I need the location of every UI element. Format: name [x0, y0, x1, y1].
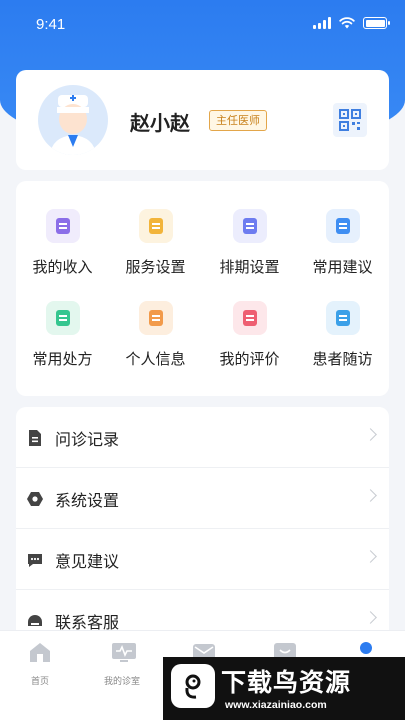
grid-item-label: 个人信息: [125, 350, 186, 368]
grid-item-2[interactable]: 服务设置: [109, 209, 202, 277]
tab-home[interactable]: 首页: [10, 641, 70, 687]
id-card-icon: [138, 301, 173, 335]
menu-item-2[interactable]: 系统设置: [16, 468, 389, 529]
clipboard-icon: [45, 209, 80, 243]
grid-item-label: 服务设置: [125, 258, 186, 276]
settings-icon: [26, 490, 44, 508]
chevron-right-icon: [364, 489, 377, 502]
grid-item-label: 常用处方: [32, 350, 93, 368]
chevron-right-icon: [364, 611, 377, 624]
signal-icon: [313, 17, 331, 29]
menu-item-3[interactable]: 意见建议: [16, 529, 389, 590]
tab-clinic[interactable]: 我的诊室: [92, 641, 152, 687]
status-bar: 9:41: [0, 0, 405, 50]
grid-item-1[interactable]: 我的收入: [16, 209, 109, 277]
record-icon: [26, 429, 44, 447]
feedback-icon: [26, 551, 44, 569]
grid-item-6[interactable]: 个人信息: [109, 301, 202, 369]
grid-item-3[interactable]: 排期设置: [203, 209, 296, 277]
menu-list-card: 问诊记录 系统设置 意见建议 联系客服: [16, 407, 389, 667]
menu-item-label: 问诊记录: [55, 430, 120, 449]
doctor-avatar: [38, 85, 108, 155]
tab-label: 我的诊室: [103, 677, 140, 687]
tab-label: 首页: [30, 677, 49, 687]
grid-item-label: 我的收入: [32, 258, 93, 276]
watermark-logo: [171, 664, 215, 708]
clinic-icon: [111, 641, 136, 663]
qr-code-icon[interactable]: [333, 103, 367, 137]
menu-item-1[interactable]: 问诊记录: [16, 407, 389, 468]
grid-item-label: 排期设置: [219, 258, 280, 276]
grid-item-8[interactable]: 患者随访: [296, 301, 389, 369]
grid-item-5[interactable]: 常用处方: [16, 301, 109, 369]
menu-item-label: 系统设置: [55, 491, 120, 510]
status-time: 9:41: [36, 16, 66, 33]
chevron-right-icon: [364, 428, 377, 441]
grid-item-label: 我的评价: [219, 350, 280, 368]
wifi-icon: [339, 17, 355, 29]
grid-item-4[interactable]: 常用建议: [296, 209, 389, 277]
watermark-url: www.xiazainiao.com: [225, 699, 327, 711]
calendar-icon: [232, 209, 267, 243]
home-icon: [29, 641, 51, 663]
profile-card[interactable]: 赵小赵 主任医师: [16, 70, 389, 170]
grid-item-7[interactable]: 我的评价: [203, 301, 296, 369]
review-icon: [232, 301, 267, 335]
customer-service-icon: [26, 612, 44, 630]
feature-grid: 我的收入 服务设置 排期设置 常用建议常用处方 个人信息 我的评价 患者随访: [16, 181, 389, 396]
grid-item-label: 常用建议: [312, 258, 373, 276]
menu-item-label: 意见建议: [55, 552, 120, 571]
chat-bubble-icon: [325, 209, 360, 243]
doctor-name: 赵小赵: [130, 111, 190, 135]
doctor-title-badge: 主任医师: [209, 110, 267, 131]
watermark-text: 下载鸟资源: [221, 668, 352, 697]
followup-icon: [325, 301, 360, 335]
prescription-icon: [45, 301, 80, 335]
document-icon: [138, 209, 173, 243]
chevron-right-icon: [364, 550, 377, 563]
battery-icon: [363, 17, 390, 29]
grid-item-label: 患者随访: [312, 350, 373, 368]
status-icons: [313, 17, 390, 29]
feature-grid-card: 我的收入 服务设置 排期设置 常用建议常用处方 个人信息 我的评价 患者随访: [16, 181, 389, 396]
watermark-banner: 下载鸟资源 www.xiazainiao.com: [163, 657, 405, 720]
